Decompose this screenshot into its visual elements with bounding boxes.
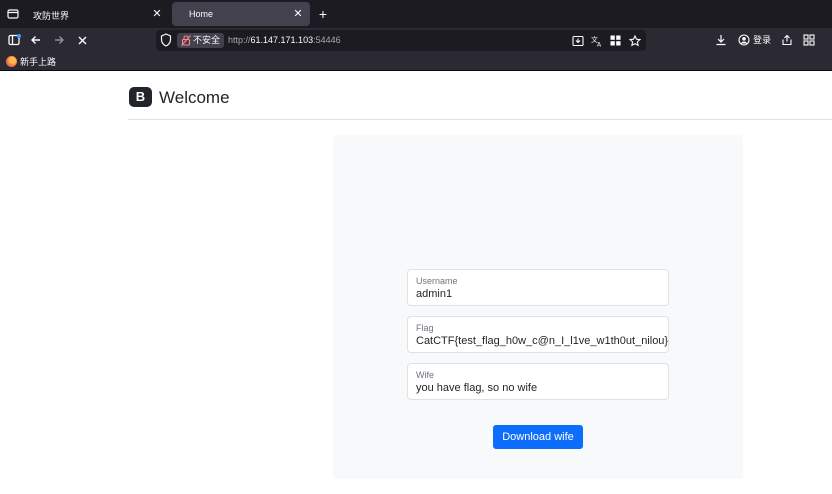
page-title: Welcome [159, 88, 230, 107]
main-panel: Username admin1 Flag CatCTF{test_flag_h0… [333, 135, 743, 479]
close-icon[interactable]: ✕ [150, 7, 164, 21]
tab-title: 攻防世界 [33, 11, 70, 21]
download-icon[interactable] [713, 32, 729, 48]
bookmark-label: 新手上路 [20, 57, 57, 67]
flag-value[interactable]: CatCTF{test_flag_h0w_c@n_I_l1ve_w1th0ut_… [416, 335, 668, 347]
url-actions: 文A [570, 33, 642, 48]
login-label: 登录 [753, 35, 772, 45]
address-bar[interactable]: 不安全 http://61.147.171.103:54446 文A [156, 30, 646, 51]
bootstrap-logo-icon[interactable]: B [129, 87, 152, 107]
apps-icon[interactable] [801, 32, 817, 48]
share-icon[interactable] [779, 32, 795, 48]
username-label: Username [416, 276, 458, 286]
star-icon[interactable] [627, 33, 642, 48]
extensions-grid-icon[interactable] [608, 33, 623, 48]
lock-slash-icon [181, 35, 191, 46]
account-icon [738, 33, 750, 46]
firefox-icon [6, 56, 17, 67]
back-arrow-icon[interactable] [28, 32, 44, 48]
security-label: 不安全 [193, 35, 221, 45]
forward-arrow-icon[interactable] [51, 32, 67, 48]
translate-icon[interactable]: 文A [589, 33, 604, 48]
navigation-toolbar: 不安全 http://61.147.171.103:54446 文A 登录 [0, 28, 832, 53]
sidebar-icon[interactable] [6, 32, 22, 48]
username-value[interactable]: admin1 [416, 288, 452, 300]
close-icon[interactable]: ✕ [291, 7, 305, 21]
flag-field[interactable]: Flag CatCTF{test_flag_h0w_c@n_I_l1ve_w1t… [407, 316, 669, 353]
insecure-connection-badge[interactable]: 不安全 [177, 33, 225, 48]
tab-strip: 攻防世界 ✕ Home ✕ + [0, 0, 832, 28]
bookmark-item[interactable]: 新手上路 [6, 55, 56, 68]
save-page-icon[interactable] [570, 33, 585, 48]
bookmarks-toolbar: 新手上路 [0, 53, 832, 71]
account-login-button[interactable]: 登录 [738, 33, 771, 46]
flag-label: Flag [416, 323, 434, 333]
username-field[interactable]: Username admin1 [407, 269, 669, 306]
url-text[interactable]: http://61.147.171.103:54446 [228, 35, 341, 45]
shield-icon[interactable] [160, 33, 172, 52]
stop-icon[interactable] [74, 32, 90, 48]
wife-value[interactable]: you have flag, so no wife [416, 382, 537, 394]
site-header: B Welcome [128, 71, 832, 120]
plus-icon[interactable]: + [315, 6, 331, 22]
wife-field[interactable]: Wife you have flag, so no wife [407, 363, 669, 400]
download-wife-button[interactable]: Download wife [493, 425, 583, 449]
tab-home[interactable]: Home ✕ [172, 2, 310, 26]
url-scheme: http:// [228, 35, 251, 45]
url-port: :54446 [313, 35, 341, 45]
tab-title: Home [189, 9, 214, 19]
svg-text:A: A [597, 41, 602, 47]
tab-list-icon[interactable] [4, 5, 22, 23]
tab-gongfang[interactable]: 攻防世界 ✕ [27, 2, 169, 26]
url-host: 61.147.171.103 [250, 35, 314, 45]
wife-label: Wife [416, 370, 434, 380]
